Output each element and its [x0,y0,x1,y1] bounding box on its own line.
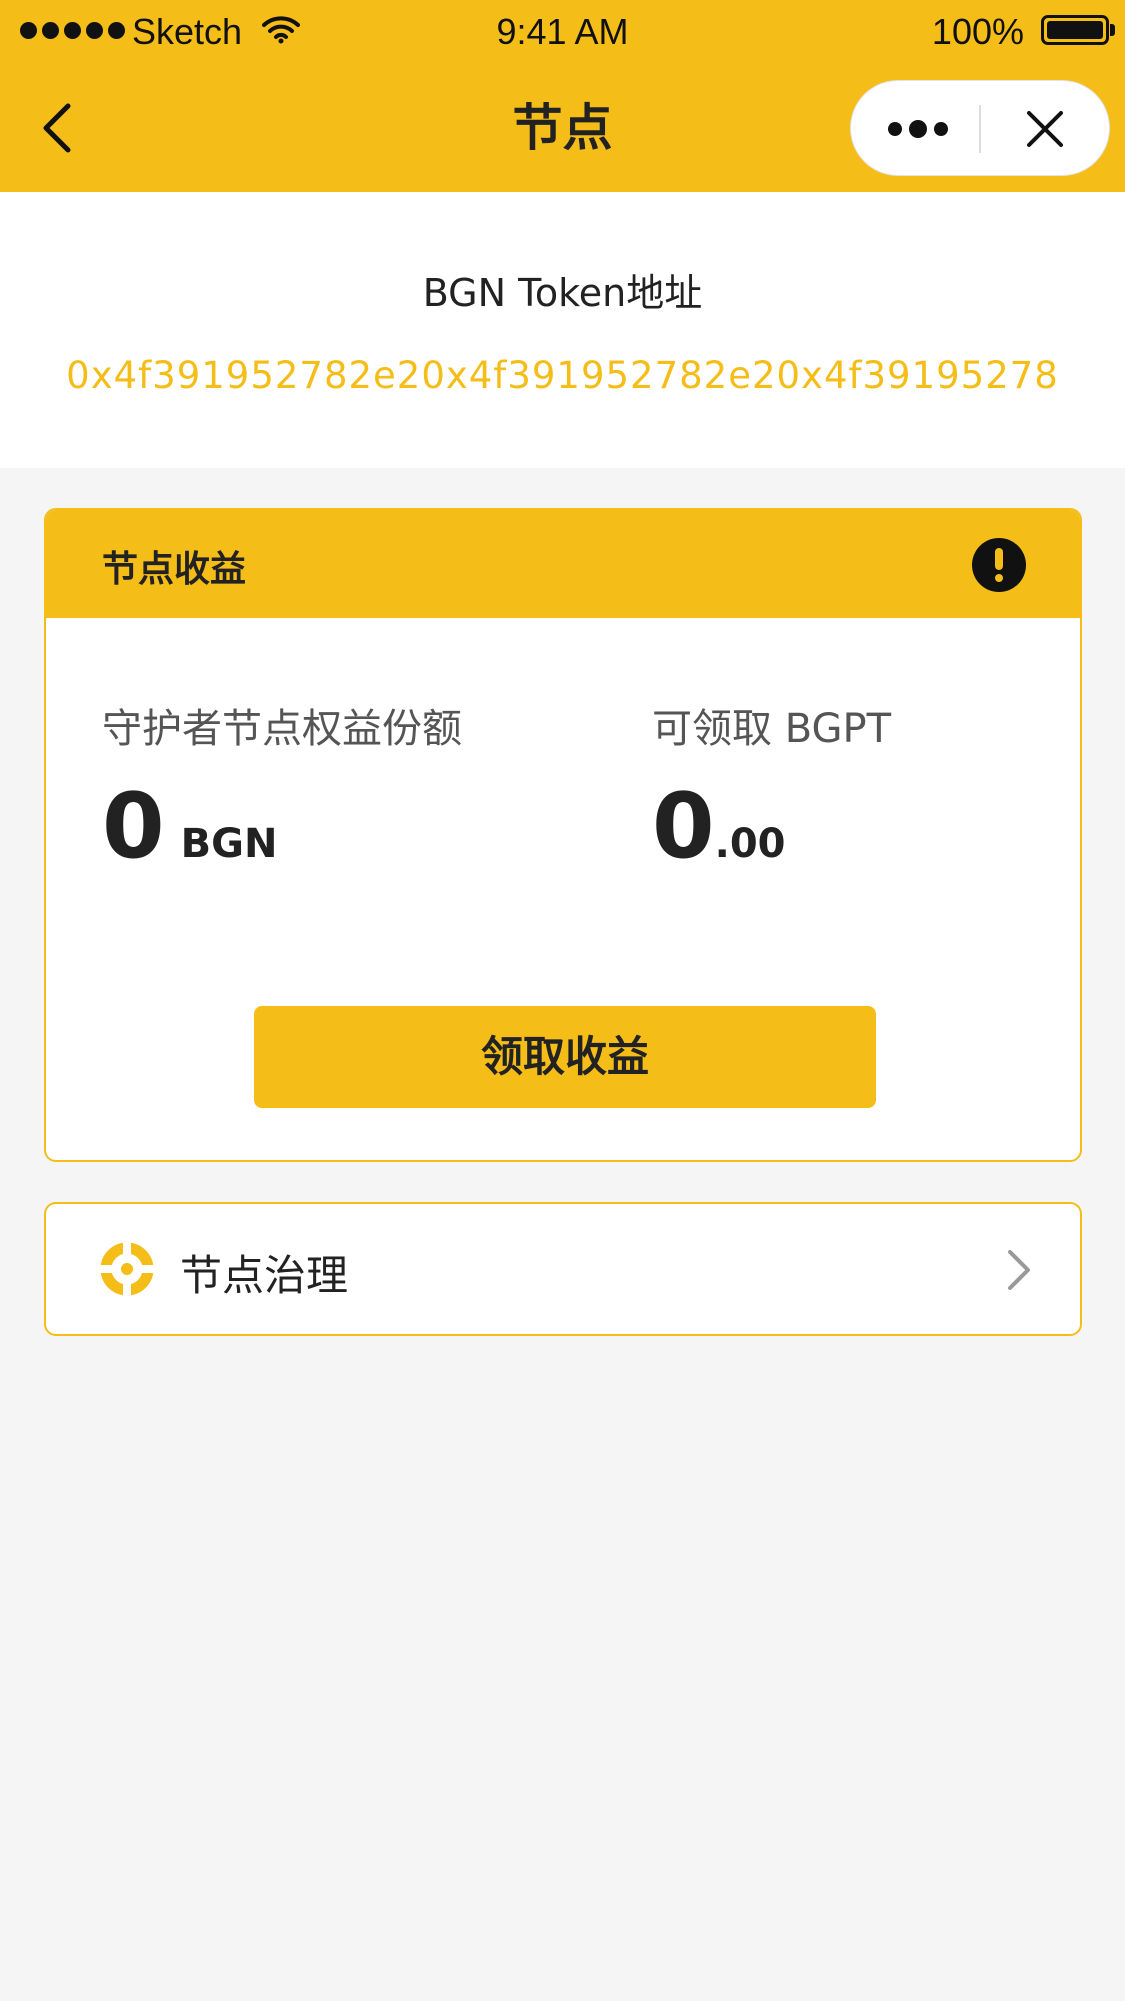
earnings-card: 节点收益 守护者节点权益份额 0 BGN 可领取 BGPT 0.00 领取收益 [44,508,1082,1162]
card-title: 节点收益 [102,549,247,590]
chevron-right-icon [1008,1250,1030,1290]
governance-label: 节点治理 [180,1251,349,1300]
battery-icon [1041,15,1109,45]
alert-icon[interactable] [972,538,1026,592]
claimable-decimals: .00 [714,821,786,867]
address-section: BGN Token地址 0x4f391952782e20x4f391952782… [0,192,1125,468]
target-icon [100,1242,154,1296]
close-icon[interactable] [1023,109,1067,149]
mini-program-capsule [850,80,1110,176]
share-number: 0 [102,774,165,879]
address-label: BGN Token地址 [422,271,703,315]
card-header: 节点收益 [46,510,1080,618]
battery-tip [1110,24,1115,36]
capsule-divider [979,105,981,153]
share-label: 守护者节点权益份额 [102,706,462,752]
claimable-integer: 0 [652,774,715,879]
more-icon[interactable] [883,109,953,149]
claimable-value: 0.00 [652,782,785,872]
share-value: 0 BGN [102,782,277,872]
claim-earnings-button[interactable]: 领取收益 [254,1006,876,1108]
address-value[interactable]: 0x4f391952782e20x4f391952782e20x4f391952… [0,354,1125,397]
claimable-label: 可领取 BGPT [652,706,892,752]
battery-percent: 100% [931,11,1024,52]
status-bar: Sketch 9:41 AM 100% [0,0,1125,64]
share-unit: BGN [180,821,278,867]
node-governance-item[interactable]: 节点治理 [44,1202,1082,1336]
header: Sketch 9:41 AM 100% 节点 [0,0,1125,192]
